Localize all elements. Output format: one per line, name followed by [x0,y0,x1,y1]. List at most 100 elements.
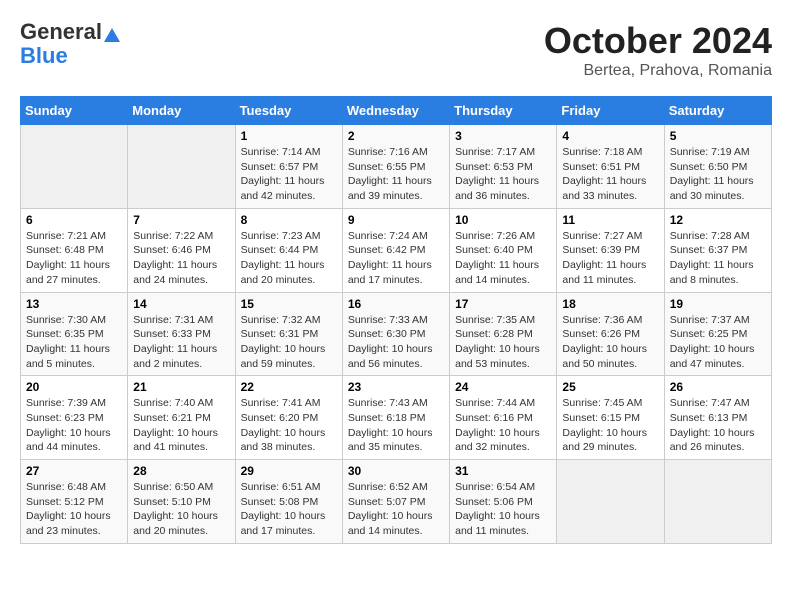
calendar-cell: 8 Sunrise: 7:23 AMSunset: 6:44 PMDaylight… [235,208,342,292]
day-number: 27 [26,464,122,478]
calendar-cell: 15 Sunrise: 7:32 AMSunset: 6:31 PMDayligh… [235,292,342,376]
day-info: Sunrise: 7:21 AMSunset: 6:48 PMDaylight:… [26,229,122,288]
day-number: 30 [348,464,444,478]
day-info: Sunrise: 7:17 AMSunset: 6:53 PMDaylight:… [455,145,551,204]
month-title: October 2024 [544,20,772,62]
weekday-header: Saturday [664,97,771,125]
day-info: Sunrise: 6:48 AMSunset: 5:12 PMDaylight:… [26,480,122,539]
day-number: 29 [241,464,337,478]
day-info: Sunrise: 7:27 AMSunset: 6:39 PMDaylight:… [562,229,658,288]
calendar-cell: 1 Sunrise: 7:14 AMSunset: 6:57 PMDaylight… [235,125,342,209]
calendar-cell: 10Sunrise: 7:26 AMSunset: 6:40 PMDayligh… [450,208,557,292]
weekday-header: Thursday [450,97,557,125]
day-number: 31 [455,464,551,478]
calendar-cell: 18 Sunrise: 7:36 AMSunset: 6:26 PMDayligh… [557,292,664,376]
page-header: General Blue October 2024 Bertea, Prahov… [20,20,772,80]
weekday-header: Monday [128,97,235,125]
day-number: 21 [133,380,229,394]
day-info: Sunrise: 7:28 AMSunset: 6:37 PMDaylight:… [670,229,766,288]
calendar-cell: 13 Sunrise: 7:30 AMSunset: 6:35 PMDayligh… [21,292,128,376]
day-info: Sunrise: 7:33 AMSunset: 6:30 PMDaylight:… [348,313,444,372]
calendar-cell: 12 Sunrise: 7:28 AMSunset: 6:37 PMDayligh… [664,208,771,292]
day-info: Sunrise: 7:40 AMSunset: 6:21 PMDaylight:… [133,396,229,455]
day-number: 11 [562,213,658,227]
calendar-cell: 28 Sunrise: 6:50 AMSunset: 5:10 PMDayligh… [128,460,235,544]
weekday-header: Tuesday [235,97,342,125]
day-info: Sunrise: 7:35 AMSunset: 6:28 PMDaylight:… [455,313,551,372]
calendar-cell: 5Sunrise: 7:19 AMSunset: 6:50 PMDaylight… [664,125,771,209]
day-info: Sunrise: 7:32 AMSunset: 6:31 PMDaylight:… [241,313,337,372]
calendar-cell: 6 Sunrise: 7:21 AMSunset: 6:48 PMDaylight… [21,208,128,292]
calendar-cell: 23Sunrise: 7:43 AMSunset: 6:18 PMDayligh… [342,376,449,460]
calendar-cell: 20Sunrise: 7:39 AMSunset: 6:23 PMDayligh… [21,376,128,460]
day-number: 12 [670,213,766,227]
calendar-cell: 7Sunrise: 7:22 AMSunset: 6:46 PMDaylight… [128,208,235,292]
day-number: 16 [348,297,444,311]
calendar-cell: 29Sunrise: 6:51 AMSunset: 5:08 PMDayligh… [235,460,342,544]
day-number: 7 [133,213,229,227]
day-number: 15 [241,297,337,311]
day-info: Sunrise: 7:23 AMSunset: 6:44 PMDaylight:… [241,229,337,288]
day-number: 2 [348,129,444,143]
calendar-cell: 9Sunrise: 7:24 AMSunset: 6:42 PMDaylight… [342,208,449,292]
calendar-cell: 22Sunrise: 7:41 AMSunset: 6:20 PMDayligh… [235,376,342,460]
day-info: Sunrise: 7:44 AMSunset: 6:16 PMDaylight:… [455,396,551,455]
day-number: 1 [241,129,337,143]
calendar-body: 1 Sunrise: 7:14 AMSunset: 6:57 PMDaylight… [21,125,772,544]
weekday-header: Sunday [21,97,128,125]
weekday-header: Friday [557,97,664,125]
day-info: Sunrise: 7:37 AMSunset: 6:25 PMDaylight:… [670,313,766,372]
day-info: Sunrise: 6:50 AMSunset: 5:10 PMDaylight:… [133,480,229,539]
day-info: Sunrise: 7:14 AMSunset: 6:57 PMDaylight:… [241,145,337,204]
calendar-cell: 26Sunrise: 7:47 AMSunset: 6:13 PMDayligh… [664,376,771,460]
calendar-cell: 30 Sunrise: 6:52 AMSunset: 5:07 PMDayligh… [342,460,449,544]
calendar-cell: 31Sunrise: 6:54 AMSunset: 5:06 PMDayligh… [450,460,557,544]
calendar-cell: 17 Sunrise: 7:35 AMSunset: 6:28 PMDayligh… [450,292,557,376]
day-info: Sunrise: 7:39 AMSunset: 6:23 PMDaylight:… [26,396,122,455]
day-number: 6 [26,213,122,227]
day-info: Sunrise: 7:30 AMSunset: 6:35 PMDaylight:… [26,313,122,372]
calendar-cell: 21 Sunrise: 7:40 AMSunset: 6:21 PMDayligh… [128,376,235,460]
calendar-week-row: 13 Sunrise: 7:30 AMSunset: 6:35 PMDayligh… [21,292,772,376]
day-number: 8 [241,213,337,227]
day-info: Sunrise: 7:36 AMSunset: 6:26 PMDaylight:… [562,313,658,372]
logo-triangle-icon [103,26,121,44]
location: Bertea, Prahova, Romania [544,62,772,80]
day-number: 18 [562,297,658,311]
day-number: 22 [241,380,337,394]
weekday-header: Wednesday [342,97,449,125]
calendar-header: SundayMondayTuesdayWednesdayThursdayFrid… [21,97,772,125]
calendar-cell: 4 Sunrise: 7:18 AMSunset: 6:51 PMDaylight… [557,125,664,209]
calendar-cell: 3 Sunrise: 7:17 AMSunset: 6:53 PMDaylight… [450,125,557,209]
calendar-week-row: 27 Sunrise: 6:48 AMSunset: 5:12 PMDayligh… [21,460,772,544]
calendar-cell: 14Sunrise: 7:31 AMSunset: 6:33 PMDayligh… [128,292,235,376]
day-info: Sunrise: 7:16 AMSunset: 6:55 PMDaylight:… [348,145,444,204]
day-number: 10 [455,213,551,227]
calendar-cell [664,460,771,544]
day-number: 14 [133,297,229,311]
day-number: 26 [670,380,766,394]
day-number: 13 [26,297,122,311]
calendar-cell [128,125,235,209]
calendar-week-row: 6 Sunrise: 7:21 AMSunset: 6:48 PMDaylight… [21,208,772,292]
calendar-cell: 16 Sunrise: 7:33 AMSunset: 6:30 PMDayligh… [342,292,449,376]
day-number: 17 [455,297,551,311]
day-info: Sunrise: 6:52 AMSunset: 5:07 PMDaylight:… [348,480,444,539]
day-number: 19 [670,297,766,311]
calendar-cell: 27 Sunrise: 6:48 AMSunset: 5:12 PMDayligh… [21,460,128,544]
calendar-cell: 24Sunrise: 7:44 AMSunset: 6:16 PMDayligh… [450,376,557,460]
day-info: Sunrise: 7:19 AMSunset: 6:50 PMDaylight:… [670,145,766,204]
day-number: 23 [348,380,444,394]
day-info: Sunrise: 7:18 AMSunset: 6:51 PMDaylight:… [562,145,658,204]
day-number: 28 [133,464,229,478]
day-number: 9 [348,213,444,227]
calendar-cell: 25 Sunrise: 7:45 AMSunset: 6:15 PMDayligh… [557,376,664,460]
day-number: 25 [562,380,658,394]
day-number: 3 [455,129,551,143]
day-info: Sunrise: 7:45 AMSunset: 6:15 PMDaylight:… [562,396,658,455]
calendar-week-row: 20Sunrise: 7:39 AMSunset: 6:23 PMDayligh… [21,376,772,460]
day-number: 4 [562,129,658,143]
calendar-table: SundayMondayTuesdayWednesdayThursdayFrid… [20,96,772,544]
logo: General Blue [20,20,121,68]
calendar-week-row: 1 Sunrise: 7:14 AMSunset: 6:57 PMDaylight… [21,125,772,209]
